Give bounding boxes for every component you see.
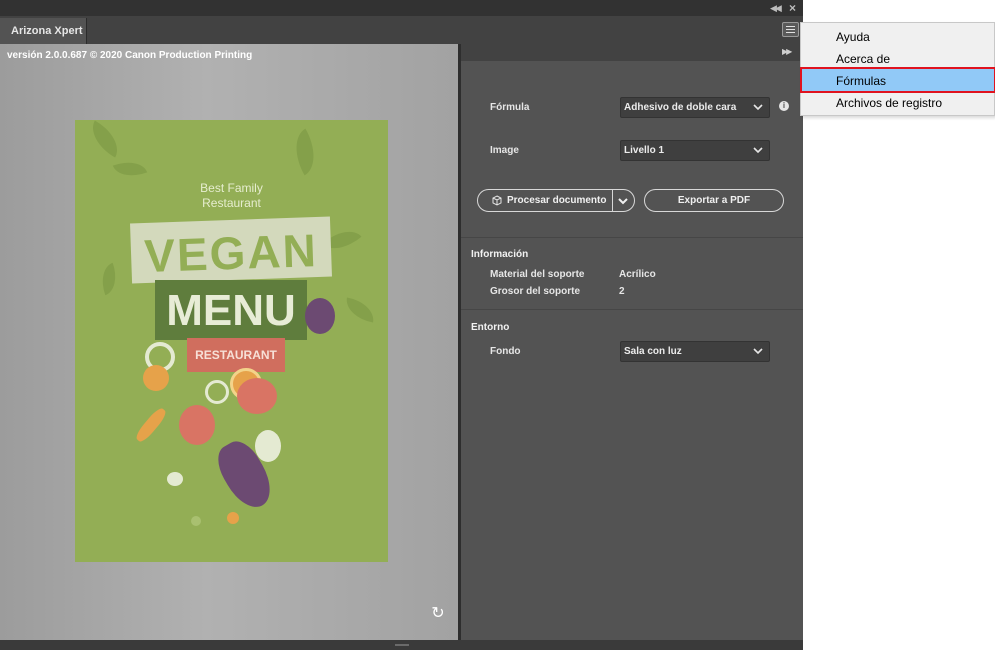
menu-item-label: Ayuda [836, 30, 870, 44]
section-divider [461, 309, 803, 310]
menu-item-label: Acerca de [836, 52, 891, 66]
poster-subtitle-line1: Best Family [200, 181, 263, 195]
tab-bar: Arizona Xpert [0, 16, 803, 44]
support-material-value: Acrílico [619, 269, 656, 280]
leaf-decoration [343, 297, 377, 323]
tomato-shape [237, 378, 277, 414]
tab-arizona-xpert[interactable]: Arizona Xpert [0, 18, 87, 44]
background-select[interactable]: Sala con luz [620, 341, 770, 362]
formula-label: Fórmula [490, 102, 530, 113]
chevron-down-icon [753, 348, 763, 355]
panel-flyout-menu: Ayuda Acerca de Fórmulas Archivos de reg… [800, 22, 995, 116]
grip-handle[interactable] [395, 644, 409, 646]
eggplant-shape [305, 298, 335, 334]
menu-item-label: Fórmulas [836, 74, 887, 88]
expand-icon[interactable]: ▶▶ [782, 47, 792, 56]
cube-icon [492, 195, 502, 206]
garlic-shape [255, 430, 281, 462]
process-document-button[interactable]: Procesar documento [477, 189, 635, 212]
poster-headline-menu: MENU [166, 286, 296, 335]
close-icon[interactable]: × [789, 1, 796, 15]
settings-header: ▶▶ [461, 44, 803, 61]
support-thickness-value: 2 [619, 286, 625, 297]
pea-shape [191, 516, 201, 526]
orange-dot-shape [227, 512, 239, 524]
export-pdf-button[interactable]: Exportar a PDF [644, 189, 784, 212]
chevron-down-icon [753, 104, 763, 111]
support-thickness-label: Grosor del soporte [490, 286, 581, 297]
environment-section-title: Entorno [471, 322, 510, 333]
formula-select[interactable]: Adhesivo de doble cara [620, 97, 770, 118]
carrot-shape [133, 405, 169, 445]
orange-slice-shape [143, 365, 169, 391]
section-divider [461, 237, 803, 238]
chevron-down-icon [753, 147, 763, 154]
background-select-value: Sala con luz [624, 346, 682, 357]
menu-item-label: Archivos de registro [836, 96, 943, 110]
poster-subtitle-line2: Restaurant [202, 196, 261, 210]
poster-headline-vegan: VEGAN [143, 223, 319, 283]
panel-title-bar: ◀◀ × [0, 0, 803, 16]
background-label: Fondo [490, 346, 521, 357]
info-icon[interactable]: i [779, 101, 789, 111]
info-section-title: Información [471, 249, 529, 260]
formula-select-value: Adhesivo de doble cara [624, 102, 737, 113]
collapse-panel-icon[interactable]: ◀◀ [770, 3, 782, 14]
tomato-shape [179, 405, 215, 445]
menu-item-help[interactable]: Ayuda [802, 25, 994, 47]
leaf-decoration [112, 155, 148, 183]
process-document-label: Procesar documento [507, 195, 607, 206]
hamburger-icon [786, 26, 795, 27]
menu-item-formulas[interactable]: Fórmulas [800, 67, 995, 93]
menu-item-about[interactable]: Acerca de [802, 47, 994, 69]
export-pdf-label: Exportar a PDF [677, 195, 751, 206]
tab-label: Arizona Xpert [11, 25, 83, 37]
document-preview: versión 2.0.0.687 © 2020 Canon Productio… [0, 44, 458, 640]
onion-ring-shape [205, 380, 229, 404]
leaf-decoration [284, 128, 326, 176]
leaf-decoration [83, 120, 127, 158]
image-select[interactable]: Livello 1 [620, 140, 770, 161]
rotate-icon[interactable]: ↻ [429, 605, 447, 623]
chevron-down-icon[interactable] [617, 195, 629, 207]
arizona-xpert-panel: ◀◀ × Arizona Xpert versión 2.0.0.687 © 2… [0, 0, 803, 650]
leaf-decoration [95, 262, 123, 296]
poster-preview-image: Best Family Restaurant VEGAN MENU RESTAU… [75, 120, 388, 562]
poster-badge-text: RESTAURANT [195, 348, 277, 362]
button-split-divider [612, 189, 613, 212]
support-material-label: Material del soporte [490, 269, 585, 280]
image-select-value: Livello 1 [624, 145, 665, 156]
image-label: Image [490, 145, 519, 156]
settings-pane: ▶▶ Fórmula Adhesivo de doble cara i Imag… [461, 44, 803, 640]
mushroom-shape [167, 472, 183, 486]
menu-item-log-files[interactable]: Archivos de registro [802, 91, 994, 113]
version-text: versión 2.0.0.687 © 2020 Canon Productio… [7, 50, 253, 61]
panel-menu-button[interactable] [782, 22, 799, 37]
bottom-scroll-strip [0, 640, 803, 650]
